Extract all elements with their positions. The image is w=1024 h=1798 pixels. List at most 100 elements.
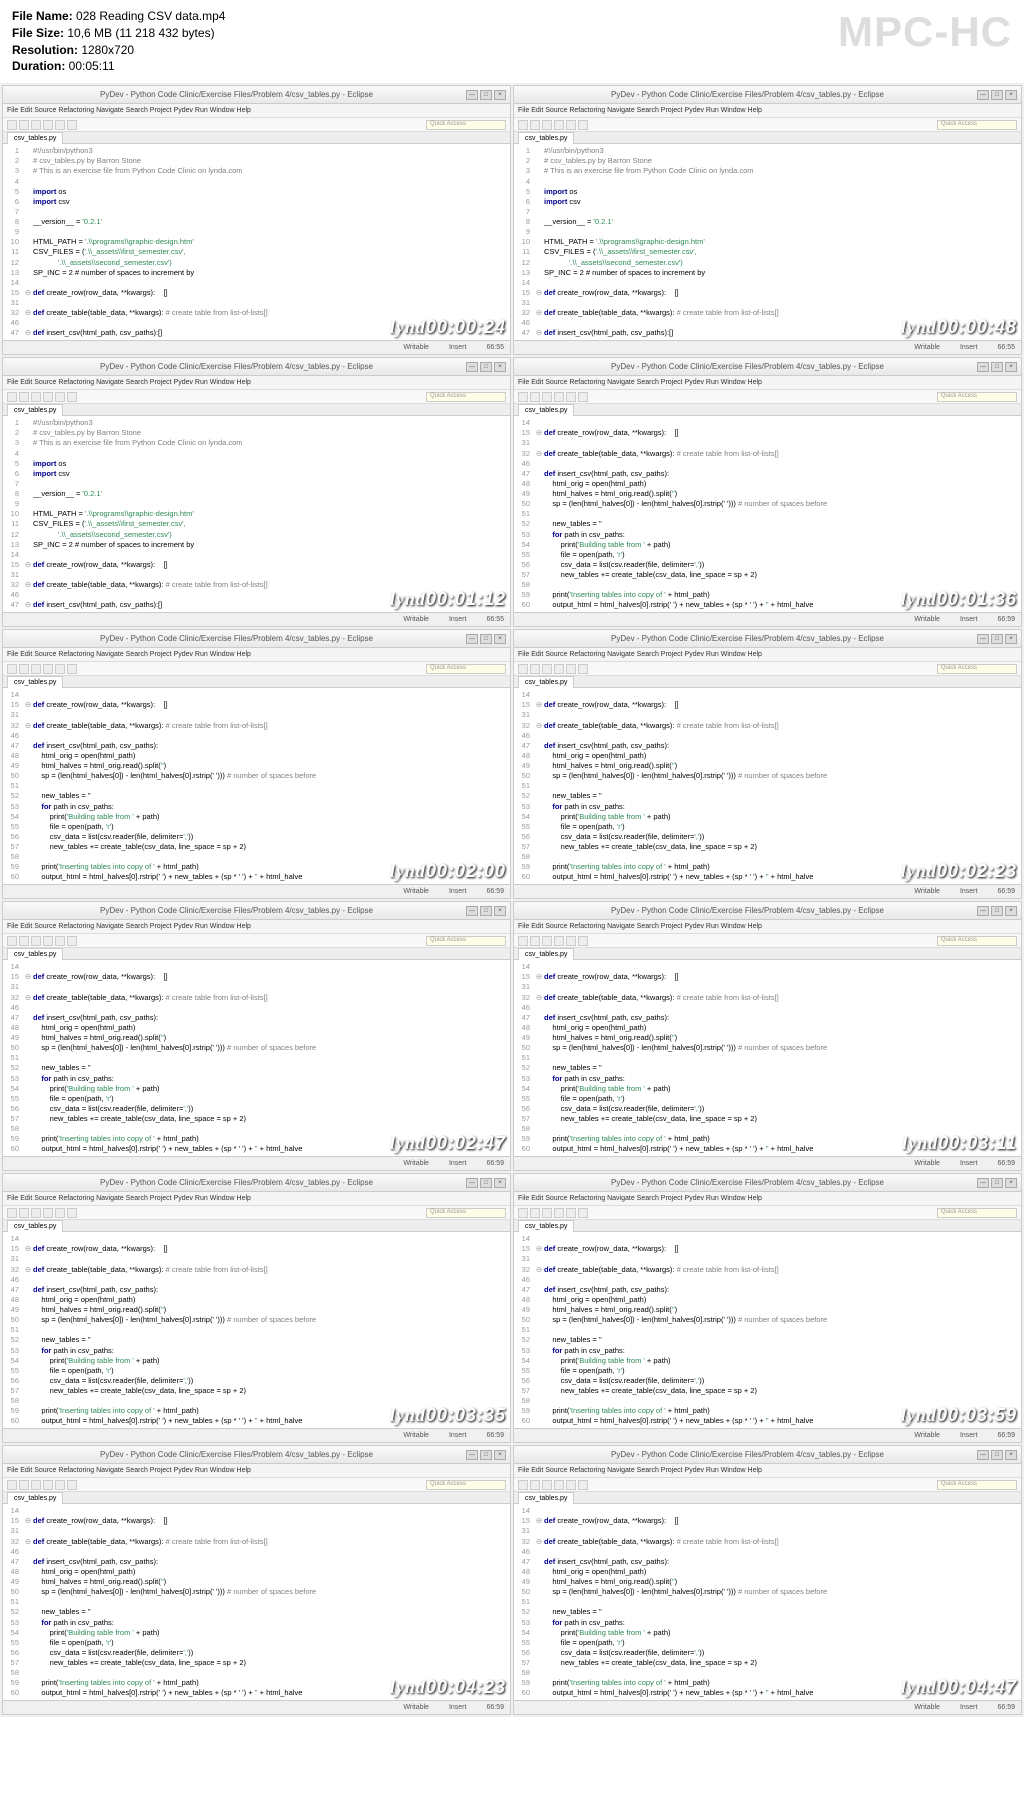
code-editor[interactable]: 1415⊖def create_row(row_data, **kwargs):…	[3, 1504, 510, 1700]
tool-button[interactable]	[554, 120, 564, 130]
tool-button[interactable]	[67, 120, 77, 130]
tool-button[interactable]	[7, 936, 17, 946]
minimize-button[interactable]: —	[466, 1178, 478, 1188]
menu-bar[interactable]: File Edit Source Refactoring Navigate Se…	[3, 1192, 510, 1206]
tool-button[interactable]	[578, 120, 588, 130]
minimize-button[interactable]: —	[977, 634, 989, 644]
tool-button[interactable]	[19, 936, 29, 946]
quick-access-search[interactable]: Quick Access	[937, 1208, 1017, 1218]
maximize-button[interactable]: □	[991, 906, 1003, 916]
tool-button[interactable]	[554, 1208, 564, 1218]
close-button[interactable]: ×	[494, 1178, 506, 1188]
tool-button[interactable]	[43, 1208, 53, 1218]
menu-bar[interactable]: File Edit Source Refactoring Navigate Se…	[514, 376, 1021, 390]
tool-button[interactable]	[518, 936, 528, 946]
minimize-button[interactable]: —	[977, 1450, 989, 1460]
tool-button[interactable]	[67, 1208, 77, 1218]
tool-button[interactable]	[43, 392, 53, 402]
tool-button[interactable]	[578, 1480, 588, 1490]
quick-access-search[interactable]: Quick Access	[937, 664, 1017, 674]
quick-access-search[interactable]: Quick Access	[426, 1480, 506, 1490]
code-editor[interactable]: 1415⊖def create_row(row_data, **kwargs):…	[3, 960, 510, 1156]
tool-button[interactable]	[67, 936, 77, 946]
tool-button[interactable]	[542, 936, 552, 946]
quick-access-search[interactable]: Quick Access	[937, 1480, 1017, 1490]
minimize-button[interactable]: —	[466, 634, 478, 644]
quick-access-search[interactable]: Quick Access	[937, 120, 1017, 130]
tool-button[interactable]	[7, 120, 17, 130]
editor-tab[interactable]: csv_tables.py	[518, 1492, 574, 1504]
tool-button[interactable]	[31, 664, 41, 674]
tool-button[interactable]	[566, 936, 576, 946]
maximize-button[interactable]: □	[480, 634, 492, 644]
close-button[interactable]: ×	[494, 1450, 506, 1460]
tool-button[interactable]	[43, 664, 53, 674]
code-editor[interactable]: 1#!/usr/bin/python32# csv_tables.py by B…	[3, 144, 510, 340]
editor-tab[interactable]: csv_tables.py	[518, 1220, 574, 1232]
close-button[interactable]: ×	[494, 634, 506, 644]
tool-button[interactable]	[19, 1208, 29, 1218]
tool-button[interactable]	[518, 1208, 528, 1218]
maximize-button[interactable]: □	[991, 90, 1003, 100]
code-editor[interactable]: 1415⊖def create_row(row_data, **kwargs):…	[3, 1232, 510, 1428]
menu-bar[interactable]: File Edit Source Refactoring Navigate Se…	[3, 648, 510, 662]
tool-button[interactable]	[67, 392, 77, 402]
tool-button[interactable]	[566, 120, 576, 130]
tool-button[interactable]	[578, 1208, 588, 1218]
tool-button[interactable]	[554, 392, 564, 402]
code-editor[interactable]: 1415⊖def create_row(row_data, **kwargs):…	[3, 688, 510, 884]
tool-button[interactable]	[19, 392, 29, 402]
tool-button[interactable]	[578, 664, 588, 674]
tool-button[interactable]	[31, 936, 41, 946]
minimize-button[interactable]: —	[977, 906, 989, 916]
close-button[interactable]: ×	[1005, 1178, 1017, 1188]
tool-button[interactable]	[518, 392, 528, 402]
tool-button[interactable]	[55, 1480, 65, 1490]
tool-button[interactable]	[7, 664, 17, 674]
tool-button[interactable]	[542, 664, 552, 674]
quick-access-search[interactable]: Quick Access	[937, 392, 1017, 402]
code-editor[interactable]: 1415⊖def create_row(row_data, **kwargs):…	[514, 688, 1021, 884]
code-editor[interactable]: 1415⊖def create_row(row_data, **kwargs):…	[514, 416, 1021, 612]
close-button[interactable]: ×	[494, 90, 506, 100]
editor-tab[interactable]: csv_tables.py	[7, 132, 63, 144]
quick-access-search[interactable]: Quick Access	[426, 1208, 506, 1218]
quick-access-search[interactable]: Quick Access	[426, 120, 506, 130]
tool-button[interactable]	[530, 1208, 540, 1218]
tool-button[interactable]	[55, 120, 65, 130]
close-button[interactable]: ×	[494, 906, 506, 916]
minimize-button[interactable]: —	[977, 362, 989, 372]
editor-tab[interactable]: csv_tables.py	[518, 676, 574, 688]
close-button[interactable]: ×	[1005, 90, 1017, 100]
menu-bar[interactable]: File Edit Source Refactoring Navigate Se…	[514, 1464, 1021, 1478]
tool-button[interactable]	[566, 1208, 576, 1218]
maximize-button[interactable]: □	[991, 1178, 1003, 1188]
tool-button[interactable]	[530, 120, 540, 130]
close-button[interactable]: ×	[1005, 362, 1017, 372]
close-button[interactable]: ×	[1005, 1450, 1017, 1460]
tool-button[interactable]	[542, 120, 552, 130]
tool-button[interactable]	[31, 1480, 41, 1490]
tool-button[interactable]	[43, 120, 53, 130]
tool-button[interactable]	[19, 120, 29, 130]
editor-tab[interactable]: csv_tables.py	[518, 404, 574, 416]
tool-button[interactable]	[554, 664, 564, 674]
tool-button[interactable]	[31, 120, 41, 130]
maximize-button[interactable]: □	[480, 90, 492, 100]
editor-tab[interactable]: csv_tables.py	[7, 948, 63, 960]
menu-bar[interactable]: File Edit Source Refactoring Navigate Se…	[3, 1464, 510, 1478]
quick-access-search[interactable]: Quick Access	[426, 664, 506, 674]
maximize-button[interactable]: □	[991, 362, 1003, 372]
tool-button[interactable]	[518, 1480, 528, 1490]
tool-button[interactable]	[43, 1480, 53, 1490]
menu-bar[interactable]: File Edit Source Refactoring Navigate Se…	[3, 376, 510, 390]
close-button[interactable]: ×	[1005, 634, 1017, 644]
code-editor[interactable]: 1415⊖def create_row(row_data, **kwargs):…	[514, 960, 1021, 1156]
menu-bar[interactable]: File Edit Source Refactoring Navigate Se…	[3, 104, 510, 118]
minimize-button[interactable]: —	[466, 906, 478, 916]
tool-button[interactable]	[542, 1208, 552, 1218]
tool-button[interactable]	[578, 936, 588, 946]
editor-tab[interactable]: csv_tables.py	[7, 676, 63, 688]
tool-button[interactable]	[530, 664, 540, 674]
tool-button[interactable]	[7, 1208, 17, 1218]
